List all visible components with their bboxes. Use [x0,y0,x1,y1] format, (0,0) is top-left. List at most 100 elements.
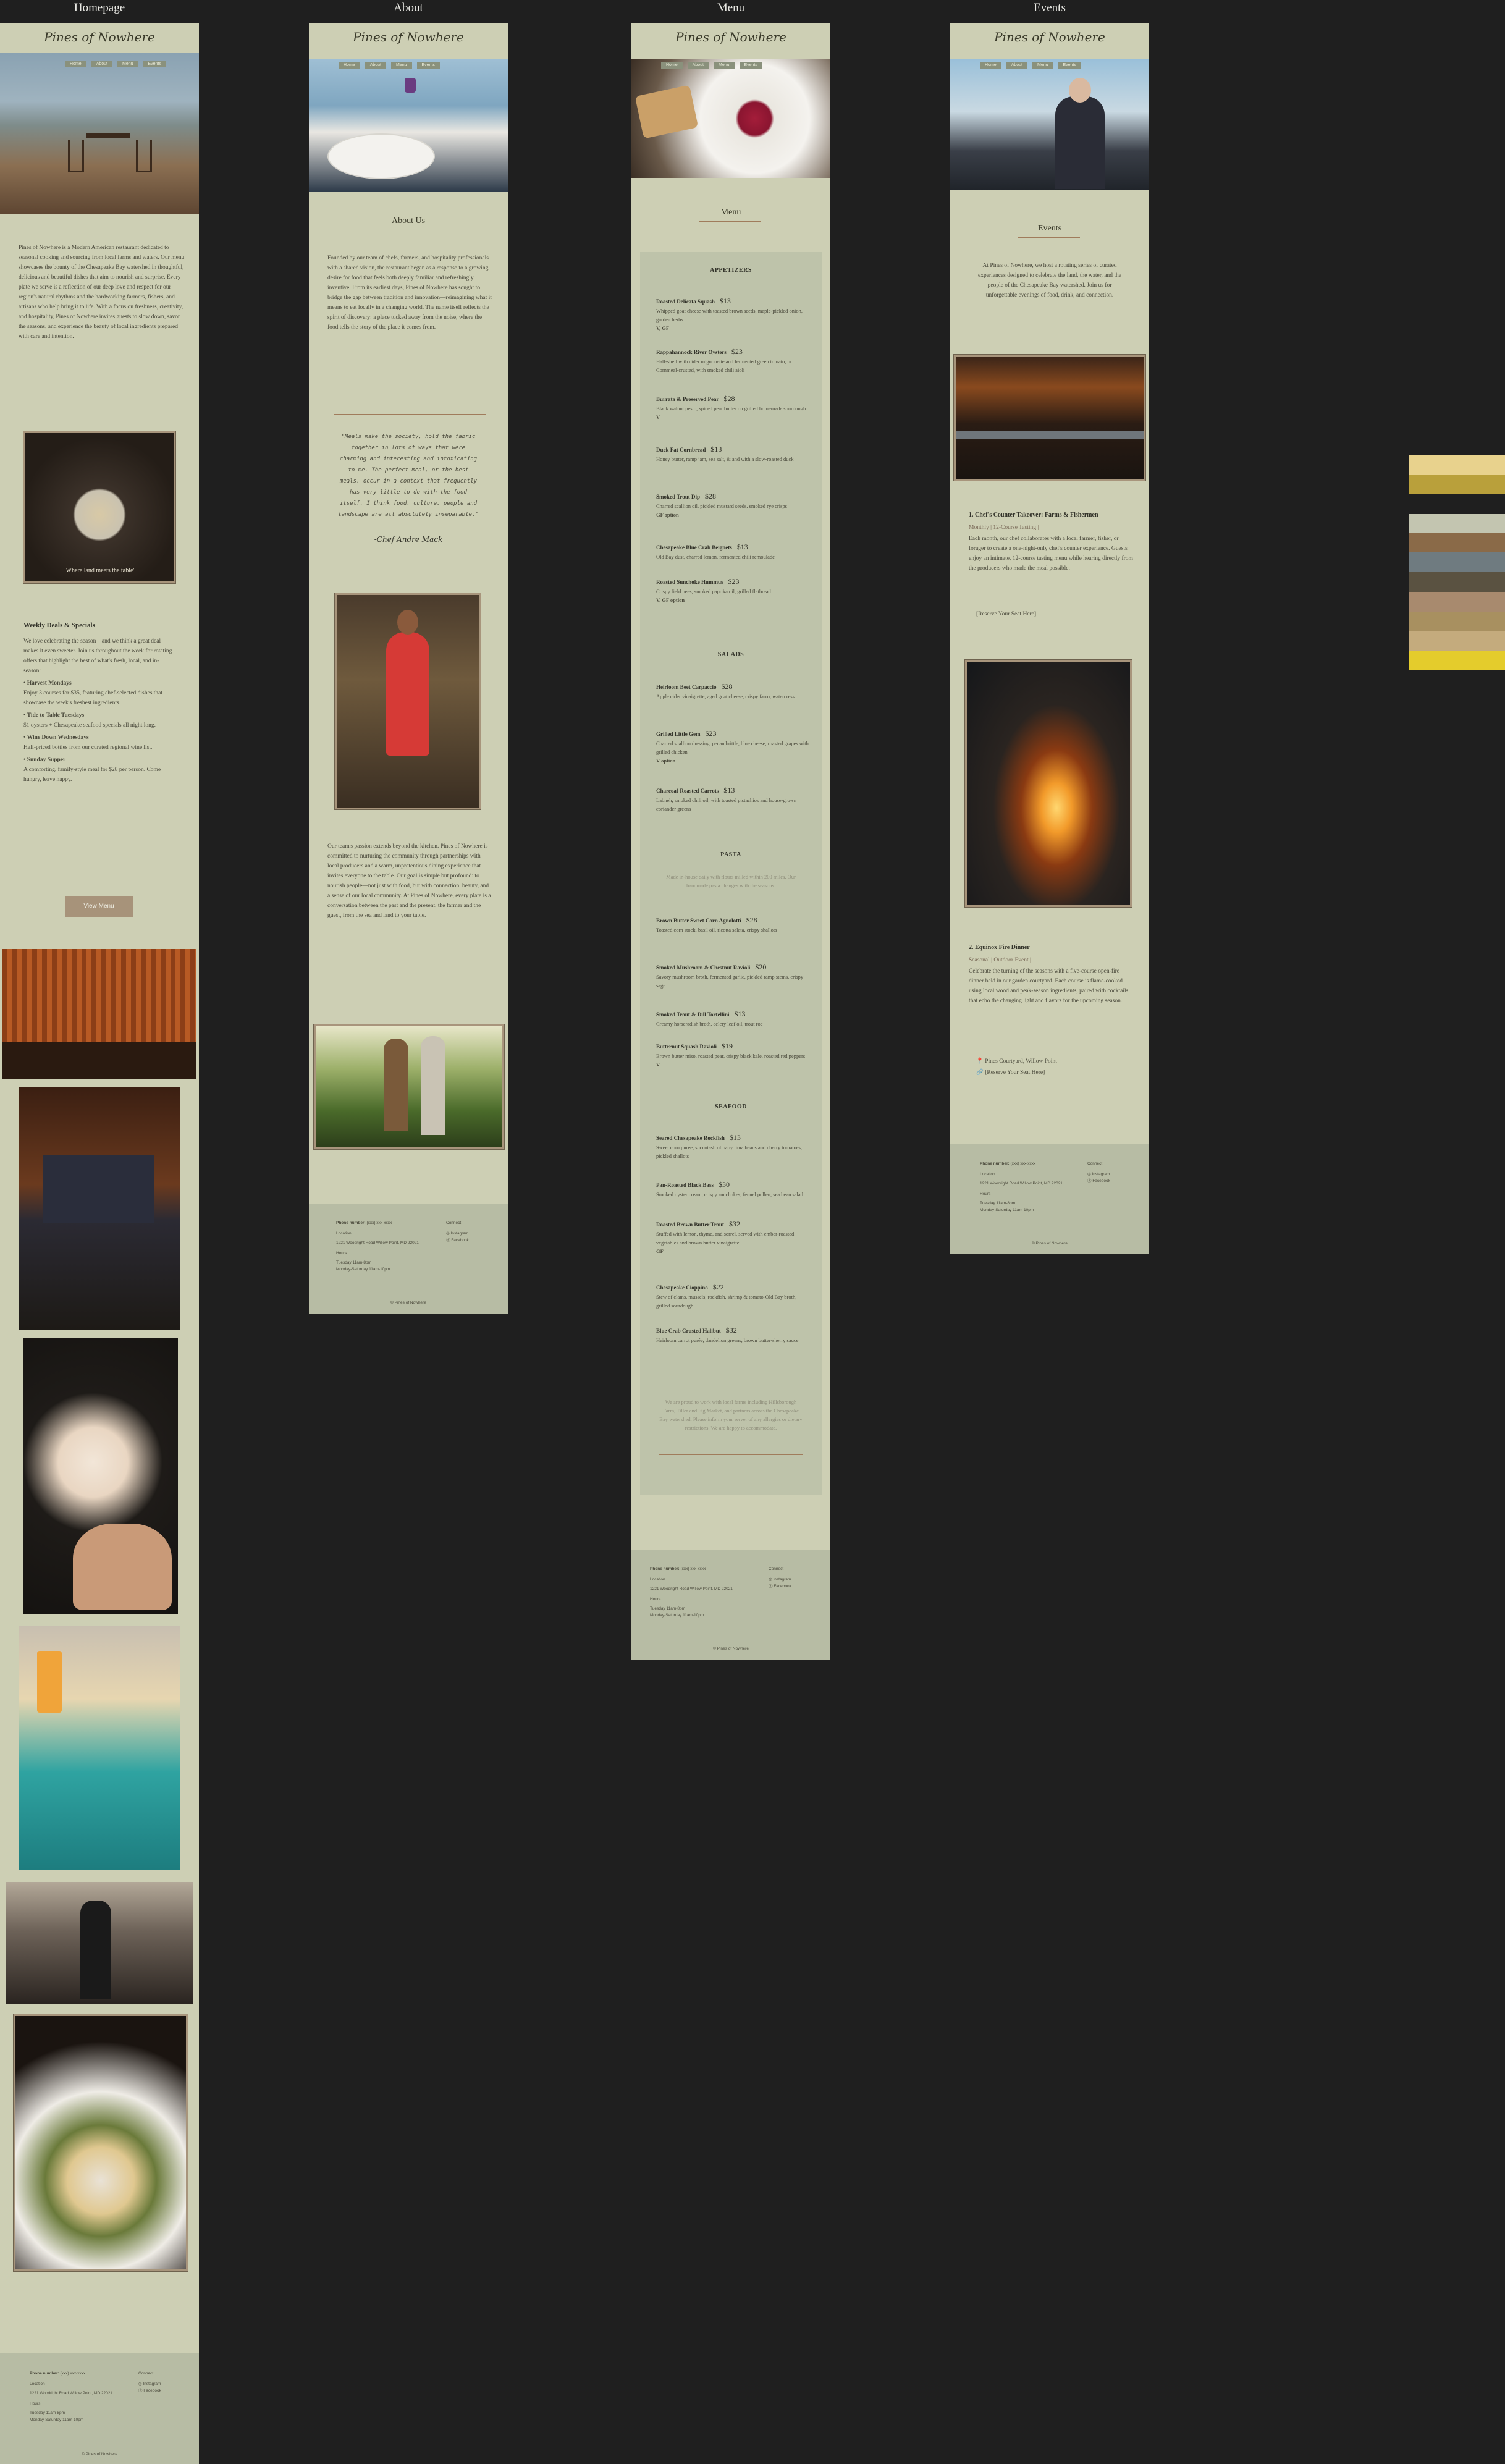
address: 1221 Woodright Road Willow Point, MD 220… [980,1181,1063,1186]
nav-about[interactable]: About [91,61,112,67]
nav-home[interactable]: Home [339,62,360,69]
dish-desc: Half-shell with cider mignonette and fer… [656,358,792,373]
hero-image [0,53,199,214]
brand-logo[interactable]: Pines of Nowhere [309,30,508,44]
event2-reserve-link[interactable]: [Reserve Your Seat Here] [985,1070,1045,1076]
nav-events[interactable]: Events [416,62,440,69]
footer-info: Phone number: (xxx) xxx-xxxx Location 12… [650,1566,743,1619]
hours-label: Hours [980,1192,991,1196]
menu-item: Smoked Trout Dip $28 Charred scallion oil,… [656,491,811,541]
instagram-link[interactable]: Instagram [143,2382,161,2386]
palette-swatch [1409,592,1505,612]
menu-heading: Menu [720,208,741,217]
weekly-title: Weekly Deals & Specials [23,622,95,629]
instagram-link[interactable]: Instagram [1092,1172,1110,1176]
dish-name: Blue Crab Crusted Halibut [656,1328,721,1334]
dish-desc: Black walnut pesto, spiced pear butter o… [656,405,806,411]
event1-reserve-link[interactable]: [Reserve Your Seat Here] [976,609,1100,619]
phone-number[interactable]: (xxx) xxx-xxxx [60,2371,85,2376]
phone-number[interactable]: (xxx) xxx-xxxx [1010,1162,1035,1166]
nav-menu[interactable]: Menu [390,62,412,69]
nav-home[interactable]: Home [661,62,683,69]
nav-about[interactable]: About [687,62,709,69]
site-footer: Phone number: (xxx) xxx-xxxx Location 12… [309,1204,508,1314]
nav-about[interactable]: About [1006,62,1027,69]
nav-menu[interactable]: Menu [117,61,138,67]
dish-name: Smoked Trout Dip [656,494,701,500]
menu-item: Chesapeake Blue Crab Beignets $13 Old Bay … [656,541,811,576]
event1-subtitle: Monthly | 12-Course Tasting | [969,525,1039,531]
phone-number[interactable]: (xxx) xxx-xxxx [680,1567,706,1571]
nav-menu[interactable]: Menu [1032,62,1053,69]
dish-price: $13 [720,297,731,305]
dish-desc: Stew of clams, mussels, rockfish, shrimp… [656,1294,797,1309]
facebook-icon[interactable]: ⓕ [1087,1179,1092,1183]
fire-dinner-image [965,660,1132,907]
dish-desc: Apple cider vinaigrette, aged goat chees… [656,693,795,699]
dish-desc: Crispy field peas, smoked paprika oil, g… [656,588,771,594]
dish-price: $23 [731,347,743,356]
events-intro: At Pines of Nowhere, we host a rotating … [978,263,1121,298]
phone-label: Phone number: [30,2371,59,2376]
menu-item: Smoked Trout & Dill Tortellini $13 Creamy … [656,1008,811,1040]
brand-logo[interactable]: Pines of Nowhere [631,30,830,44]
deal-item: • Harvest Mondays Enjoy 3 courses for $35… [23,680,163,706]
facebook-link[interactable]: Facebook [143,2389,161,2393]
menu-closing-note: We are proud to work with local farms in… [659,1399,803,1431]
menu-item: Seared Chesapeake Rockfish $13 Sweet corn … [656,1132,811,1179]
dish-price: $28 [723,394,735,403]
table-row-shape [2,1042,196,1079]
counter-shape [956,431,1144,439]
curtain-shape [43,1155,154,1223]
dish-price: $13 [710,445,722,454]
nav-home[interactable]: Home [980,62,1001,69]
phone-label: Phone number: [980,1162,1010,1166]
deal-name: Sunday Supper [27,757,66,763]
nav-events[interactable]: Events [1058,62,1081,69]
dish-desc: Stuffed with lemon, thyme, and sorrel, s… [656,1231,795,1246]
instagram-icon[interactable]: ◎ [1087,1172,1091,1176]
dish-name: Charcoal-Roasted Carrots [656,788,719,794]
facebook-link[interactable]: Facebook [1092,1179,1110,1183]
phone-number[interactable]: (xxx) xxx-xxxx [366,1221,392,1225]
palette-swatch [1409,631,1505,651]
dish-price: $32 [728,1220,740,1228]
menu-title: Menu [717,1,745,14]
nav-about[interactable]: About [365,62,386,69]
nav-events[interactable]: Events [739,62,762,69]
view-menu-button[interactable]: View Menu [65,896,133,917]
brand-logo[interactable]: Pines of Nowhere [0,30,199,44]
palette-swatch [1409,533,1505,552]
nav-menu[interactable]: Menu [713,62,735,69]
dish-name: Heirloom Beet Carpaccio [656,684,717,690]
instagram-link[interactable]: Instagram [450,1231,468,1236]
dish-price: $23 [705,729,717,738]
facebook-link[interactable]: Facebook [451,1238,469,1243]
facebook-icon[interactable]: ⓕ [138,2389,143,2393]
person-shape [80,1901,111,1999]
instagram-link[interactable]: Instagram [773,1577,791,1582]
nav-events[interactable]: Events [143,61,166,67]
dish-price: $28 [705,492,717,500]
dish-desc: Old Bay dust, charred lemon, fermented c… [656,554,775,560]
facebook-icon[interactable]: ⓕ [446,1238,450,1243]
facebook-link[interactable]: Facebook [774,1584,791,1589]
salads-list: Heirloom Beet Carpaccio $28 Apple cider vi… [656,681,811,822]
event2-subtitle: Seasonal | Outdoor Event | [969,957,1031,963]
facebook-icon[interactable]: ⓕ [769,1584,773,1589]
address: 1221 Woodright Road Willow Point, MD 220… [650,1587,733,1591]
instagram-icon[interactable]: ◎ [138,2382,142,2386]
dish-name: Seared Chesapeake Rockfish [656,1135,725,1141]
dish-price: $13 [736,542,748,551]
homepage-title: Homepage [74,1,125,14]
nav-home[interactable]: Home [65,61,86,67]
about-title: About [394,1,423,14]
brand-logo[interactable]: Pines of Nowhere [950,30,1149,44]
palette-swatch [1409,612,1505,631]
chefs-counter-image [954,355,1145,481]
instagram-icon[interactable]: ◎ [769,1577,772,1582]
instagram-icon[interactable]: ◎ [446,1231,450,1236]
deal-desc: Enjoy 3 courses for $35, featuring chef-… [23,690,163,706]
main-nav: Home About Menu Events [661,62,762,69]
site-footer: Phone number: (xxx) xxx-xxxx Location 12… [0,2353,199,2464]
